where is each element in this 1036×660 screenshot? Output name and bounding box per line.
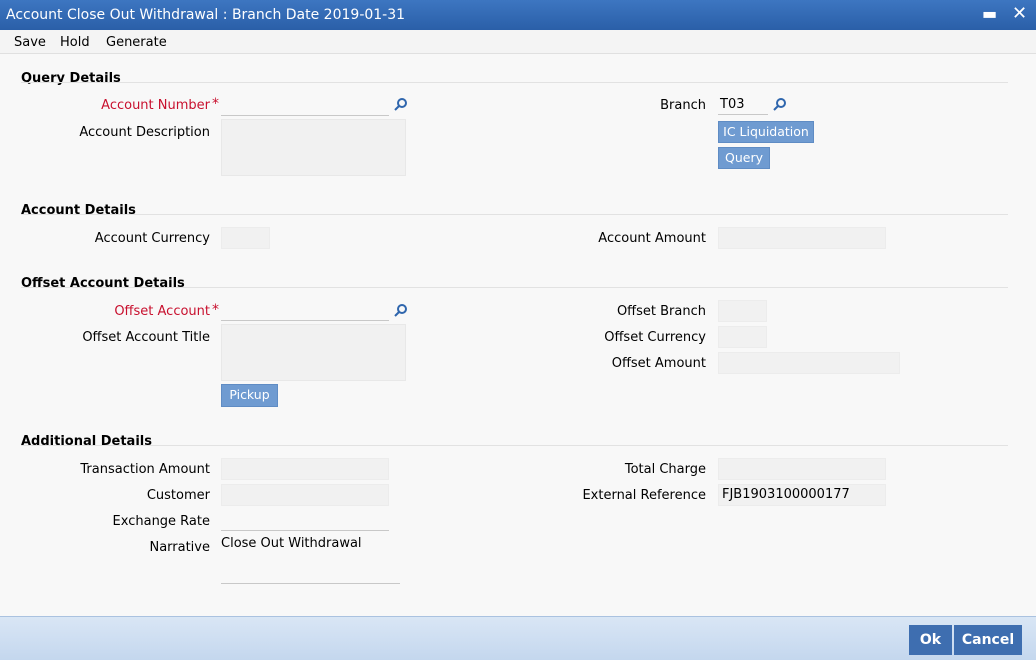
section-divider bbox=[21, 445, 1008, 446]
minimize-icon[interactable]: ▬ bbox=[982, 4, 997, 23]
transaction-amount-label: Transaction Amount bbox=[80, 462, 210, 477]
transaction-amount-field[interactable] bbox=[221, 458, 389, 480]
account-description-textarea[interactable] bbox=[221, 119, 406, 176]
cancel-button[interactable]: Cancel bbox=[954, 625, 1022, 655]
narrative-textarea[interactable]: Close Out Withdrawal bbox=[221, 536, 400, 584]
section-divider bbox=[21, 82, 1008, 83]
section-divider bbox=[21, 214, 1008, 215]
external-reference-label: External Reference bbox=[582, 488, 706, 503]
account-number-label: Account Number bbox=[101, 98, 210, 113]
branch-input[interactable]: T03 bbox=[718, 95, 768, 115]
required-marker: * bbox=[212, 96, 219, 112]
window-title: Account Close Out Withdrawal : Branch Da… bbox=[6, 7, 406, 23]
ic-liquidation-button[interactable]: IC Liquidation bbox=[718, 121, 814, 143]
menu-hold[interactable]: Hold bbox=[60, 35, 90, 50]
offset-currency-label: Offset Currency bbox=[604, 330, 706, 345]
branch-label: Branch bbox=[660, 98, 706, 113]
menu-save[interactable]: Save bbox=[14, 35, 46, 50]
pickup-button[interactable]: Pickup bbox=[221, 384, 278, 407]
required-marker: * bbox=[212, 302, 219, 318]
menu-generate[interactable]: Generate bbox=[106, 35, 167, 50]
narrative-label: Narrative bbox=[149, 540, 210, 555]
account-currency-field[interactable] bbox=[221, 227, 270, 249]
additional-details-heading: Additional Details bbox=[21, 434, 152, 449]
offset-account-input[interactable] bbox=[221, 301, 389, 321]
offset-branch-label: Offset Branch bbox=[616, 304, 706, 319]
section-divider bbox=[21, 287, 1008, 288]
offset-account-title-textarea[interactable] bbox=[221, 324, 406, 381]
offset-account-label: Offset Account bbox=[114, 304, 210, 319]
offset-currency-field[interactable] bbox=[718, 326, 767, 348]
ok-button[interactable]: Ok bbox=[909, 625, 952, 655]
exchange-rate-label: Exchange Rate bbox=[112, 514, 210, 529]
offset-amount-label: Offset Amount bbox=[611, 356, 706, 371]
offset-account-title-label: Offset Account Title bbox=[82, 330, 210, 345]
external-reference-field[interactable]: FJB1903100000177 bbox=[718, 484, 886, 506]
title-bar: Account Close Out Withdrawal : Branch Da… bbox=[0, 0, 1036, 30]
search-icon[interactable] bbox=[394, 97, 408, 111]
account-currency-label: Account Currency bbox=[94, 231, 210, 246]
account-details-heading: Account Details bbox=[21, 203, 136, 218]
close-icon[interactable]: ✕ bbox=[1012, 3, 1027, 24]
customer-field[interactable] bbox=[221, 484, 389, 506]
exchange-rate-input[interactable] bbox=[221, 511, 389, 531]
total-charge-label: Total Charge bbox=[624, 462, 706, 477]
query-button[interactable]: Query bbox=[718, 147, 770, 169]
total-charge-field[interactable] bbox=[718, 458, 886, 480]
search-icon[interactable] bbox=[773, 97, 787, 111]
query-details-heading: Query Details bbox=[21, 71, 121, 86]
account-amount-field[interactable] bbox=[718, 227, 886, 249]
account-amount-label: Account Amount bbox=[598, 231, 706, 246]
search-icon[interactable] bbox=[394, 303, 408, 317]
offset-branch-field[interactable] bbox=[718, 300, 767, 322]
footer-bar: Ok Cancel bbox=[0, 616, 1036, 660]
offset-account-details-heading: Offset Account Details bbox=[21, 276, 185, 291]
account-number-input[interactable] bbox=[221, 96, 389, 116]
offset-amount-field[interactable] bbox=[718, 352, 900, 374]
menu-bar: Save Hold Generate bbox=[0, 30, 1036, 54]
customer-label: Customer bbox=[146, 488, 210, 503]
account-description-label: Account Description bbox=[79, 125, 210, 140]
